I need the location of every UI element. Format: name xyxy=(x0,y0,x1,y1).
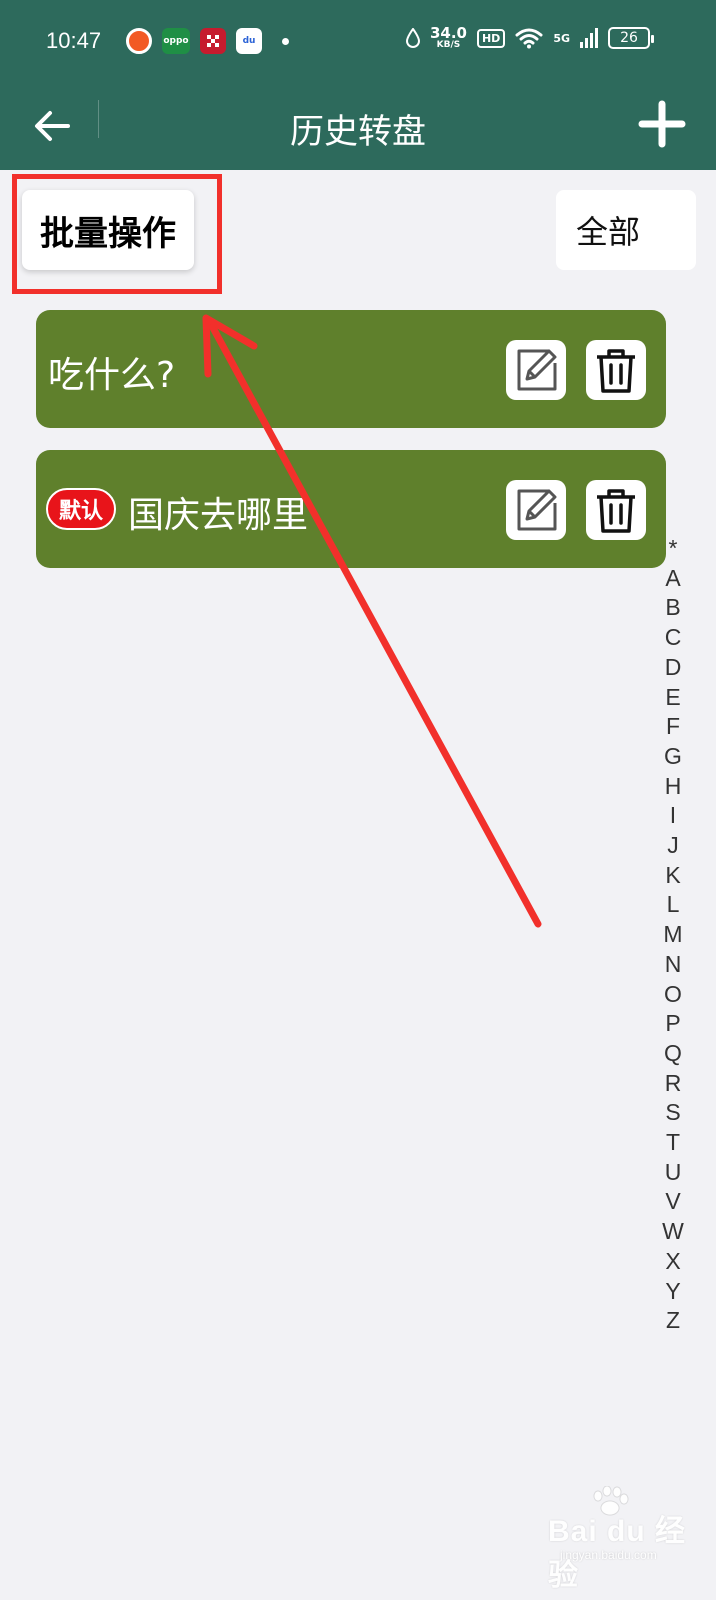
alpha-letter[interactable]: E xyxy=(665,683,680,713)
hd-badge: HD xyxy=(476,28,506,48)
alpha-letter[interactable]: K xyxy=(665,861,680,891)
alpha-letter[interactable]: D xyxy=(665,653,682,683)
notification-icons: oppo du xyxy=(126,28,289,54)
baidu-icon: du xyxy=(236,28,262,54)
edit-button[interactable] xyxy=(506,480,566,540)
alpha-letter[interactable]: T xyxy=(666,1128,680,1158)
highlight-box xyxy=(12,174,222,294)
alpha-letter[interactable]: N xyxy=(665,950,682,980)
alpha-letter[interactable]: Z xyxy=(666,1306,680,1336)
alpha-letter[interactable]: V xyxy=(665,1187,680,1217)
battery-icon: 26 xyxy=(608,27,654,49)
alphabet-index[interactable]: * A B C D E F G H I J K L M N O P Q R S T U V W X Y Z xyxy=(658,534,688,1336)
edit-button[interactable] xyxy=(506,340,566,400)
taobao-icon xyxy=(126,28,152,54)
page-title: 历史转盘 xyxy=(290,112,426,152)
alpha-letter[interactable]: Q xyxy=(664,1039,682,1069)
net-speed-value: 34.0 xyxy=(429,24,467,42)
net-speed-unit: KB/S xyxy=(436,40,461,50)
alpha-letter[interactable]: B xyxy=(665,593,680,623)
status-right: 34.0 KB/S HD 5G 26 xyxy=(405,26,654,50)
trash-icon xyxy=(597,349,635,393)
wheel-card[interactable]: 吃什么? xyxy=(36,310,666,428)
alpha-letter[interactable]: M xyxy=(663,920,682,950)
baidu-jingyan-watermark: Bai du 经验 jingyan.baidu.com xyxy=(548,1486,698,1592)
status-time: 10:47 xyxy=(46,28,102,53)
alpha-letter[interactable]: J xyxy=(667,831,679,861)
status-bar: 10:47 oppo du 34.0 KB/S HD 5G 26 xyxy=(0,0,716,84)
alpha-letter[interactable]: P xyxy=(665,1009,680,1039)
wheel-title: 国庆去哪里 xyxy=(128,495,309,536)
alpha-letter[interactable]: Y xyxy=(665,1277,680,1307)
alpha-letter[interactable]: G xyxy=(664,742,682,772)
oppo-icon: oppo xyxy=(162,28,190,54)
app-bar: 历史转盘 xyxy=(0,84,716,170)
signal-icon xyxy=(580,28,598,48)
default-badge: 默认 xyxy=(46,488,116,530)
alpha-letter[interactable]: O xyxy=(664,980,682,1010)
filter-select[interactable]: 全部 xyxy=(556,190,696,270)
delete-button[interactable] xyxy=(586,340,646,400)
alpha-letter[interactable]: C xyxy=(665,623,682,653)
alpha-letter[interactable]: * xyxy=(669,534,678,564)
alpha-letter[interactable]: S xyxy=(665,1098,680,1128)
alpha-letter[interactable]: X xyxy=(665,1247,680,1277)
alpha-letter[interactable]: I xyxy=(670,801,676,831)
alpha-letter[interactable]: W xyxy=(662,1217,684,1247)
watermark-url: jingyan.baidu.com xyxy=(560,1548,657,1562)
net-speed: 34.0 KB/S xyxy=(430,26,467,50)
add-wheel-button[interactable] xyxy=(634,96,690,152)
trash-icon xyxy=(597,489,635,533)
alpha-letter[interactable]: F xyxy=(666,712,680,742)
data-saver-icon xyxy=(405,28,420,48)
alpha-letter[interactable]: A xyxy=(665,564,680,594)
network-type: 5G xyxy=(553,31,570,45)
edit-icon xyxy=(517,349,557,391)
alpha-letter[interactable]: H xyxy=(665,772,682,802)
wheel-title: 吃什么? xyxy=(48,355,176,396)
checker-app-icon xyxy=(200,28,226,54)
edit-icon xyxy=(517,489,557,531)
more-notifications-dot xyxy=(282,37,289,45)
wheel-card[interactable]: 默认 国庆去哪里 xyxy=(36,450,666,568)
alpha-letter[interactable]: L xyxy=(667,890,680,920)
plus-icon xyxy=(638,100,686,148)
alpha-letter[interactable]: U xyxy=(665,1158,682,1188)
wifi-icon xyxy=(515,28,543,49)
delete-button[interactable] xyxy=(586,480,646,540)
alpha-letter[interactable]: R xyxy=(665,1069,682,1099)
